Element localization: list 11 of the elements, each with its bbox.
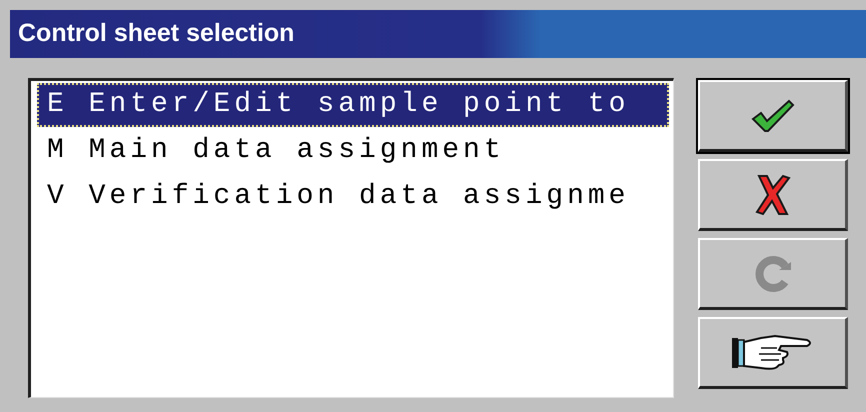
list-item[interactable]: E Enter/Edit sample point to: [37, 83, 669, 127]
cross-icon: [754, 174, 790, 216]
ok-button[interactable]: [698, 80, 848, 152]
list-item[interactable]: M Main data assignment: [37, 129, 669, 173]
cancel-button[interactable]: [698, 159, 848, 231]
list-item[interactable]: V Verification data assignme: [37, 175, 669, 219]
pointer-button[interactable]: [698, 317, 848, 389]
refresh-icon: [752, 254, 792, 294]
list-box[interactable]: E Enter/Edit sample point to M Main data assignment V Verification data assignme: [28, 78, 674, 398]
window-title: Control sheet selection: [18, 18, 294, 50]
check-icon: [750, 98, 794, 132]
